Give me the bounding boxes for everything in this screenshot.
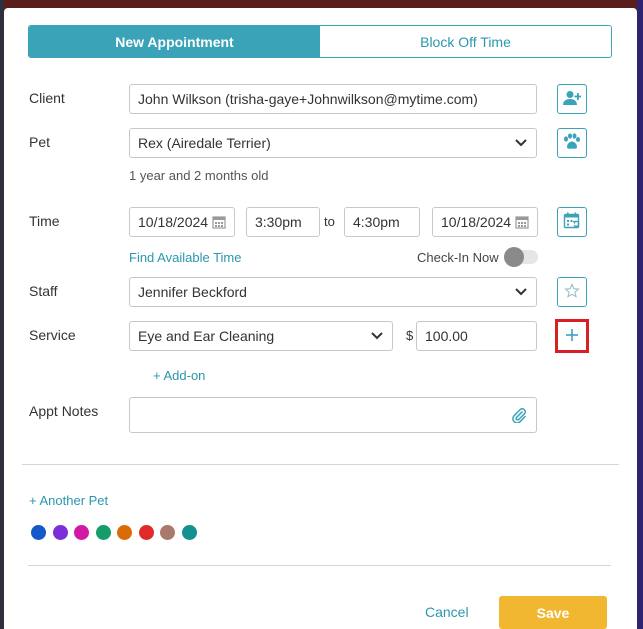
pet-select[interactable]: Rex (Airedale Terrier): [129, 128, 537, 158]
color-swatch[interactable]: [138, 525, 154, 540]
save-button[interactable]: Save: [499, 596, 607, 629]
paperclip-icon[interactable]: [510, 406, 528, 424]
color-swatch[interactable]: [31, 525, 46, 540]
chevron-down-icon: [514, 285, 528, 299]
service-price-value: 100.00: [425, 328, 468, 344]
client-field[interactable]: John Wilkson (trisha-gaye+Johnwilkson@my…: [129, 84, 537, 114]
color-swatch[interactable]: [181, 525, 197, 540]
appointment-type-tabs: New Appointment Block Off Time: [28, 25, 612, 58]
color-swatch[interactable]: [160, 525, 175, 540]
end-date-value: 10/18/2024: [441, 214, 512, 230]
star-icon: [564, 282, 580, 302]
chevron-down-icon: [514, 136, 528, 150]
background-right-strip: [637, 0, 643, 629]
service-label: Service: [29, 327, 76, 343]
tab-new-appointment[interactable]: New Appointment: [29, 26, 320, 57]
end-time-value: 4:30pm: [353, 214, 400, 230]
end-time-field[interactable]: 4:30pm: [344, 207, 420, 237]
start-time-field[interactable]: 3:30pm: [246, 207, 320, 237]
favorite-staff-button[interactable]: [557, 277, 587, 307]
appt-notes-field[interactable]: [129, 397, 537, 433]
pet-age: 1 year and 2 months old: [129, 168, 269, 183]
add-user-icon: [563, 90, 582, 109]
appointment-color-picker: [31, 525, 197, 540]
time-label: Time: [29, 213, 60, 229]
color-swatch[interactable]: [117, 525, 132, 540]
service-value: Eye and Ear Cleaning: [138, 328, 275, 344]
end-date-field[interactable]: 10/18/2024: [432, 207, 538, 237]
add-client-button[interactable]: [557, 84, 587, 114]
calendar-icon: [515, 215, 529, 229]
add-on-link[interactable]: + Add-on: [153, 368, 205, 383]
calendar-icon: [212, 215, 226, 229]
color-swatch[interactable]: [52, 525, 68, 540]
section-divider: [22, 464, 619, 465]
staff-select[interactable]: Jennifer Beckford: [129, 277, 537, 307]
color-swatch[interactable]: [74, 525, 89, 540]
check-in-now-toggle[interactable]: [504, 247, 538, 267]
add-pet-button[interactable]: [557, 128, 587, 158]
pet-value: Rex (Airedale Terrier): [138, 135, 271, 151]
start-date-field[interactable]: 10/18/2024: [129, 207, 235, 237]
start-date-value: 10/18/2024: [138, 214, 209, 230]
paw-plus-icon: [562, 132, 582, 154]
plus-icon: [566, 328, 578, 344]
toggle-knob: [504, 247, 524, 267]
service-select[interactable]: Eye and Ear Cleaning: [129, 321, 393, 351]
color-swatch[interactable]: [95, 525, 111, 540]
start-time-value: 3:30pm: [255, 214, 302, 230]
chevron-down-icon: [370, 329, 384, 343]
currency-symbol: $: [406, 328, 414, 343]
find-available-time-link[interactable]: Find Available Time: [129, 250, 242, 265]
staff-label: Staff: [29, 283, 58, 299]
calendar-refresh-button[interactable]: [557, 207, 587, 237]
service-price-field[interactable]: 100.00: [416, 321, 537, 351]
staff-value: Jennifer Beckford: [138, 284, 247, 300]
appointment-modal: New Appointment Block Off Time Client Jo…: [4, 8, 637, 629]
cancel-button[interactable]: Cancel: [425, 604, 469, 620]
calendar-refresh-icon: [563, 212, 581, 233]
tab-block-off-time[interactable]: Block Off Time: [320, 26, 611, 57]
add-service-button[interactable]: [559, 323, 585, 349]
check-in-now-label: Check-In Now: [417, 250, 499, 265]
another-pet-link[interactable]: + Another Pet: [29, 493, 108, 508]
client-label: Client: [29, 90, 65, 106]
appt-notes-label: Appt Notes: [29, 403, 99, 419]
time-to-label: to: [324, 214, 335, 229]
client-value: John Wilkson (trisha-gaye+Johnwilkson@my…: [138, 91, 478, 107]
footer-divider: [28, 565, 611, 566]
pet-label: Pet: [29, 134, 51, 150]
